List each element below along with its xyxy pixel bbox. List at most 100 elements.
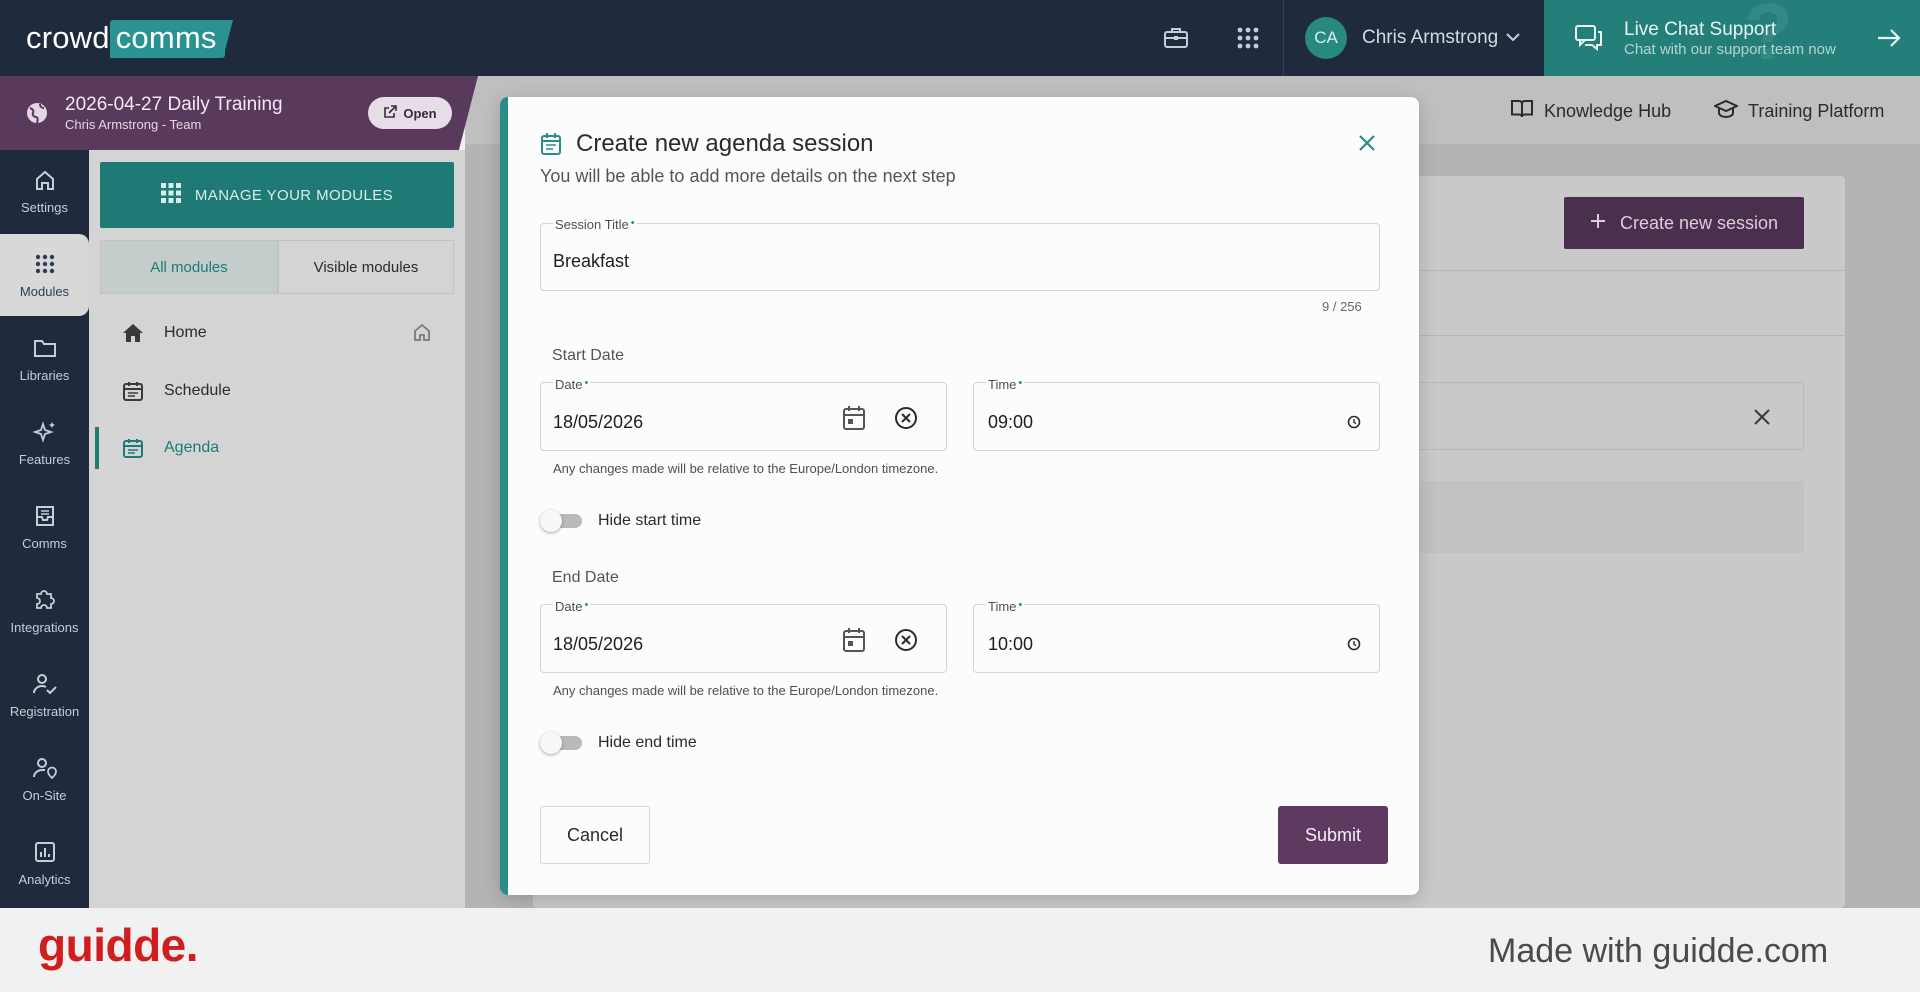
start-time-field[interactable] bbox=[973, 382, 1380, 451]
session-title-field[interactable] bbox=[540, 223, 1380, 291]
plus-icon bbox=[1590, 213, 1606, 234]
user-pin-icon bbox=[32, 756, 58, 780]
end-date-value[interactable]: 18/05/2026 bbox=[553, 634, 643, 655]
training-platform-link[interactable]: Training Platform bbox=[1712, 99, 1885, 124]
module-label: Agenda bbox=[164, 439, 220, 456]
home-icon bbox=[34, 168, 56, 192]
calendar-icon bbox=[114, 437, 152, 459]
arrow-right-icon bbox=[1876, 26, 1902, 55]
rail-item-settings[interactable]: Settings bbox=[0, 150, 89, 232]
hide-start-time-toggle[interactable] bbox=[540, 510, 586, 532]
end-timezone-helper: Any changes made will be relative to the… bbox=[553, 683, 939, 698]
live-chat-subtitle: Chat with our support team now bbox=[1624, 41, 1836, 58]
chevron-down-icon[interactable] bbox=[1504, 28, 1522, 51]
logo-text-comms: comms bbox=[109, 20, 233, 58]
module-item-schedule[interactable]: Schedule bbox=[100, 368, 454, 414]
top-divider bbox=[1283, 0, 1284, 76]
event-title: 2026-04-27 Daily Training bbox=[65, 94, 283, 115]
rail-label: Registration bbox=[9, 703, 80, 719]
hide-end-time-toggle[interactable] bbox=[540, 732, 586, 754]
modal-title: Create new agenda session bbox=[576, 130, 874, 157]
clear-date-icon[interactable] bbox=[892, 404, 920, 432]
open-event-button[interactable]: Open bbox=[368, 97, 452, 129]
training-platform-label: Training Platform bbox=[1748, 101, 1885, 121]
start-date-value[interactable]: 18/05/2026 bbox=[553, 412, 643, 433]
briefcase-icon[interactable] bbox=[1162, 24, 1190, 52]
session-title-value[interactable]: Breakfast bbox=[553, 251, 629, 272]
chat-bubbles-icon bbox=[1574, 24, 1604, 57]
clear-date-icon[interactable] bbox=[892, 626, 920, 654]
calendar-icon bbox=[114, 380, 152, 402]
crowdcomms-logo[interactable]: crowd comms bbox=[26, 20, 233, 58]
rail-label: Analytics bbox=[18, 871, 71, 887]
calendar-picker-icon[interactable] bbox=[840, 404, 868, 432]
rail-item-analytics[interactable]: Analytics bbox=[0, 822, 89, 904]
logo-text-crowd: crowd bbox=[26, 20, 110, 55]
filter-strip bbox=[1400, 481, 1804, 553]
create-new-session-label: Create new session bbox=[1619, 212, 1779, 233]
sparkles-icon bbox=[32, 420, 57, 444]
cancel-button[interactable]: Cancel bbox=[540, 806, 650, 864]
rail-item-comms[interactable]: Comms bbox=[0, 486, 89, 568]
manage-modules-button[interactable]: MANAGE YOUR MODULES bbox=[100, 162, 454, 228]
manage-modules-label: MANAGE YOUR MODULES bbox=[194, 186, 394, 204]
rail-item-libraries[interactable]: Libraries bbox=[0, 318, 89, 400]
hide-end-time-label[interactable]: Hide end time bbox=[598, 734, 697, 752]
user-avatar[interactable]: CA bbox=[1305, 17, 1347, 59]
calendar-icon bbox=[540, 132, 562, 161]
rail-item-registration[interactable]: Registration bbox=[0, 654, 89, 736]
grid-icon bbox=[160, 183, 181, 207]
close-icon[interactable] bbox=[1356, 132, 1378, 154]
rail-label: Comms bbox=[22, 535, 67, 551]
rail-item-features[interactable]: Features bbox=[0, 402, 89, 484]
modal-subtitle: You will be able to add more details on … bbox=[540, 166, 956, 186]
rail-label: Libraries bbox=[19, 367, 70, 383]
tab-visible-modules[interactable]: Visible modules bbox=[278, 240, 454, 294]
character-counter: 9 / 256 bbox=[1322, 299, 1362, 314]
module-item-home[interactable]: Home bbox=[100, 310, 454, 356]
start-time-label: Time • bbox=[986, 377, 1025, 392]
create-new-session-button[interactable]: Create new session bbox=[1564, 197, 1804, 249]
start-time-value[interactable]: 09:00 bbox=[988, 412, 1033, 433]
end-time-value[interactable]: 10:00 bbox=[988, 634, 1033, 655]
rail-item-on-site[interactable]: On-Site bbox=[0, 738, 89, 820]
folder-icon bbox=[33, 336, 57, 360]
submit-button[interactable]: Submit bbox=[1278, 806, 1388, 864]
book-icon bbox=[1510, 99, 1534, 124]
rail-label: Modules bbox=[19, 283, 70, 299]
clear-icon[interactable] bbox=[1753, 408, 1771, 431]
start-date-label: Date • bbox=[553, 377, 591, 392]
rail-label: On-Site bbox=[22, 787, 67, 803]
made-with-guidde: Made with guidde.com bbox=[1488, 932, 1829, 970]
home-outline-icon[interactable] bbox=[412, 322, 432, 347]
event-subtitle: Chris Armstrong - Team bbox=[65, 117, 202, 132]
inbox-icon bbox=[33, 504, 57, 528]
globe-icon bbox=[25, 101, 49, 130]
live-chat-title: Live Chat Support bbox=[1624, 19, 1777, 40]
start-date-heading: Start Date bbox=[552, 347, 625, 364]
end-time-field[interactable] bbox=[973, 604, 1380, 673]
hide-start-time-label[interactable]: Hide start time bbox=[598, 512, 701, 530]
session-title-label: Session Title • bbox=[553, 217, 637, 232]
guidde-logo: guidde. bbox=[38, 919, 199, 971]
clock-icon[interactable] bbox=[1346, 636, 1362, 652]
calendar-picker-icon[interactable] bbox=[840, 626, 868, 654]
end-time-label: Time • bbox=[986, 599, 1025, 614]
knowledge-hub-link[interactable]: Knowledge Hub bbox=[1510, 99, 1671, 124]
create-session-modal bbox=[500, 97, 1419, 895]
start-timezone-helper: Any changes made will be relative to the… bbox=[553, 461, 939, 476]
apps-grid-icon[interactable] bbox=[1234, 24, 1262, 52]
user-name[interactable]: Chris Armstrong bbox=[1362, 27, 1498, 49]
rail-label: Integrations bbox=[10, 619, 79, 635]
rail-item-modules[interactable]: Modules bbox=[0, 234, 89, 316]
search-field[interactable] bbox=[1400, 382, 1804, 450]
puzzle-icon bbox=[33, 588, 57, 612]
clock-icon[interactable] bbox=[1346, 414, 1362, 430]
rail-item-integrations[interactable]: Integrations bbox=[0, 570, 89, 652]
live-chat-support-button[interactable]: ? Live Chat Support Chat with our suppor… bbox=[1544, 0, 1920, 76]
end-date-heading: End Date bbox=[552, 569, 619, 586]
tab-all-modules[interactable]: All modules bbox=[100, 240, 278, 294]
rail-label: Features bbox=[18, 451, 71, 467]
module-item-agenda[interactable]: Agenda bbox=[95, 425, 454, 471]
knowledge-hub-label: Knowledge Hub bbox=[1544, 101, 1672, 121]
